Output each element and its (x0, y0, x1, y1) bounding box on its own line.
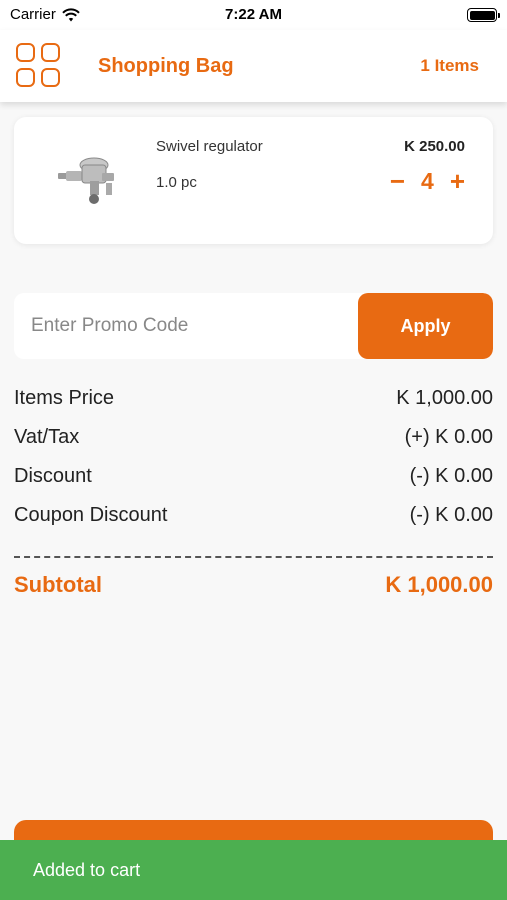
summary-value: K 1,000.00 (396, 387, 493, 409)
summary-label: Vat/Tax (14, 426, 80, 448)
product-image (58, 157, 114, 204)
grid-icon[interactable] (16, 43, 62, 89)
subtotal-label: Subtotal (14, 572, 102, 597)
summary-label: Discount (14, 465, 92, 487)
page-title: Shopping Bag (98, 55, 234, 77)
quantity-value: 4 (421, 167, 434, 194)
product-name: Swivel regulator (156, 138, 263, 155)
dashed-divider (14, 556, 493, 558)
summary-row-coupon-discount: Coupon Discount (-) K 0.00 (14, 504, 493, 543)
subtotal-value: K 1,000.00 (385, 572, 493, 597)
apply-promo-button[interactable]: Apply (358, 293, 493, 359)
snackbar-message: Added to cart (33, 859, 141, 880)
promo-code-section: Apply (14, 293, 493, 359)
summary-row-items-price: Items Price K 1,000.00 (14, 387, 493, 426)
status-bar: Carrier 7:22 AM (0, 0, 507, 30)
clock: 7:22 AM (225, 6, 282, 23)
summary-value: (-) K 0.00 (409, 465, 493, 487)
increase-quantity-button[interactable]: + (450, 167, 465, 195)
summary-value: (+) K 0.00 (404, 426, 493, 448)
price-summary: Items Price K 1,000.00 Vat/Tax (+) K 0.0… (14, 387, 493, 543)
summary-label: Items Price (14, 387, 115, 409)
subtotal-row: Subtotal K 1,000.00 (14, 572, 493, 598)
summary-row-vat: Vat/Tax (+) K 0.00 (14, 426, 493, 465)
summary-row-discount: Discount (-) K 0.00 (14, 465, 493, 504)
item-count: 1 Items (420, 56, 479, 75)
quantity-stepper: − 4 + (390, 167, 465, 195)
promo-code-input[interactable] (14, 293, 358, 359)
summary-label: Coupon Discount (14, 504, 168, 526)
summary-value: (-) K 0.00 (409, 504, 493, 526)
cart-item-card: Swivel regulator 1.0 pc K 250.00 − 4 + (14, 117, 493, 244)
battery-icon (467, 8, 500, 22)
snackbar: Added to cart (0, 840, 507, 900)
decrease-quantity-button[interactable]: − (390, 167, 405, 195)
product-price: K 250.00 (404, 138, 465, 155)
app-header: Shopping Bag 1 Items (0, 30, 507, 102)
product-unit: 1.0 pc (156, 174, 197, 191)
